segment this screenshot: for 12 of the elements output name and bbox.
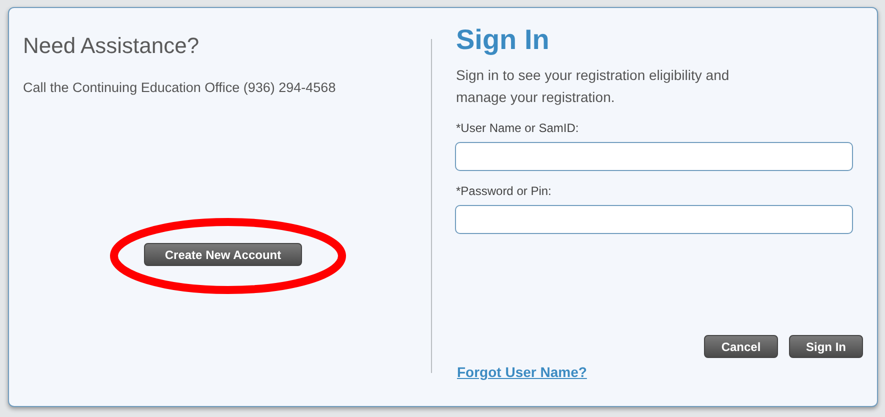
field-label: *User Name or SamID: [456, 121, 580, 135]
input-field[interactable] [455, 205, 853, 234]
help-text: Call the Continuing Education Office (936) 294-4568 [23, 80, 337, 95]
forgot-username-link[interactable]: Forgot User Name? [457, 364, 587, 380]
sign-in-title: Sign In [456, 24, 550, 56]
input-field[interactable] [455, 142, 853, 171]
create-account-button[interactable]: Create New Account [144, 243, 302, 266]
cancel-button[interactable]: Cancel [704, 335, 778, 358]
sign-in-button[interactable]: Sign In [789, 335, 863, 358]
help-title: Need Assistance? [23, 33, 200, 59]
sign-in-description: Sign in to see your registration eligibility and manage your registration. [456, 66, 730, 107]
field-label: *Password or Pin: [456, 184, 552, 198]
